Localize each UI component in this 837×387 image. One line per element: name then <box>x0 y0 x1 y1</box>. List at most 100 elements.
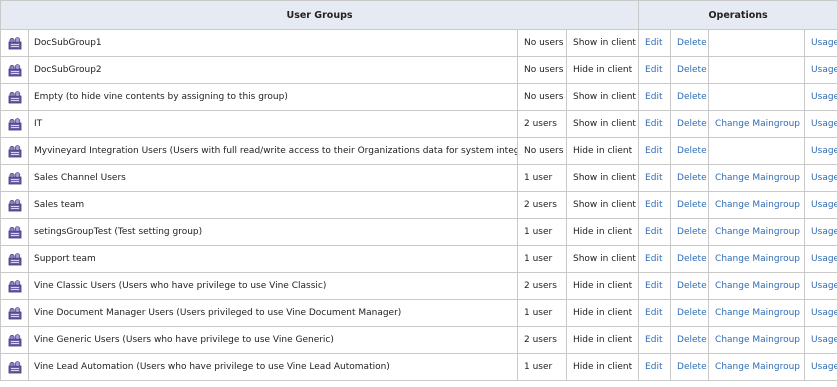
table-row: Support team 1 user Show in client Edit Dele… <box>0 245 837 273</box>
group-icon-cell <box>0 29 29 57</box>
group-name: Myvineyard Integration Users (Users with… <box>28 137 518 165</box>
user-group-icon <box>8 144 22 157</box>
group-icon-cell <box>0 83 29 111</box>
usage-link[interactable]: Usage <box>811 173 837 183</box>
user-group-icon <box>8 117 22 130</box>
edit-cell: Edit <box>638 299 672 327</box>
change-maingroup-cell: Change Maingroup <box>708 245 806 273</box>
usage-cell: Usage <box>804 137 837 165</box>
change-maingroup-link[interactable]: Change Maingroup <box>715 173 800 183</box>
group-name: Vine Generic Users (Users who have privi… <box>28 326 518 354</box>
delete-link[interactable]: Delete <box>677 119 707 129</box>
usage-link[interactable]: Usage <box>811 227 837 237</box>
change-maingroup-cell: Change Maingroup <box>708 164 806 192</box>
delete-link[interactable]: Delete <box>677 200 707 210</box>
user-count: No users <box>517 83 567 111</box>
usage-link[interactable]: Usage <box>811 38 837 48</box>
edit-link[interactable]: Edit <box>645 227 662 237</box>
edit-link[interactable]: Edit <box>645 254 662 264</box>
change-maingroup-link[interactable]: Change Maingroup <box>715 281 800 291</box>
table-row: Vine Document Manager Users (Users privi… <box>0 299 837 327</box>
change-maingroup-link[interactable]: Change Maingroup <box>715 200 800 210</box>
delete-link[interactable]: Delete <box>677 227 707 237</box>
group-name: IT <box>28 110 518 138</box>
table-row: Vine Generic Users (Users who have privi… <box>0 326 837 354</box>
edit-link[interactable]: Edit <box>645 335 662 345</box>
edit-link[interactable]: Edit <box>645 119 662 129</box>
client-visibility: Show in client <box>565 83 640 111</box>
usage-link[interactable]: Usage <box>811 362 837 372</box>
edit-link[interactable]: Edit <box>645 65 662 75</box>
delete-link[interactable]: Delete <box>677 308 707 318</box>
edit-cell: Edit <box>638 191 672 219</box>
delete-cell: Delete <box>670 326 710 354</box>
change-maingroup-cell: Change Maingroup <box>708 110 806 138</box>
group-icon-cell <box>0 137 29 165</box>
group-icon-cell <box>0 299 29 327</box>
edit-link[interactable]: Edit <box>645 173 662 183</box>
edit-link[interactable]: Edit <box>645 308 662 318</box>
user-groups-table: User Groups Operations DocSubGroup1 No us… <box>0 0 837 381</box>
change-maingroup-link[interactable]: Change Maingroup <box>715 119 800 129</box>
usage-cell: Usage <box>804 245 837 273</box>
usage-link[interactable]: Usage <box>811 308 837 318</box>
user-count: No users <box>517 29 567 57</box>
usage-cell: Usage <box>804 218 837 246</box>
usage-cell: Usage <box>804 326 837 354</box>
table-row: Myvineyard Integration Users (Users with… <box>0 137 837 165</box>
change-maingroup-link[interactable]: Change Maingroup <box>715 362 800 372</box>
group-name: Sales team <box>28 191 518 219</box>
delete-link[interactable]: Delete <box>677 146 707 156</box>
delete-link[interactable]: Delete <box>677 254 707 264</box>
delete-cell: Delete <box>670 56 710 84</box>
change-maingroup-link[interactable]: Change Maingroup <box>715 335 800 345</box>
edit-link[interactable]: Edit <box>645 146 662 156</box>
edit-cell: Edit <box>638 218 672 246</box>
group-icon-cell <box>0 164 29 192</box>
change-maingroup-link[interactable]: Change Maingroup <box>715 308 800 318</box>
edit-link[interactable]: Edit <box>645 92 662 102</box>
group-name: setingsGroupTest (Test setting group) <box>28 218 518 246</box>
edit-link[interactable]: Edit <box>645 200 662 210</box>
usage-link[interactable]: Usage <box>811 92 837 102</box>
edit-cell: Edit <box>638 137 672 165</box>
table-row: setingsGroupTest (Test setting group) 1 u… <box>0 218 837 246</box>
delete-cell: Delete <box>670 164 710 192</box>
usage-link[interactable]: Usage <box>811 65 837 75</box>
client-visibility: Hide in client <box>565 272 640 300</box>
change-maingroup-cell: Change Maingroup <box>708 353 806 381</box>
delete-link[interactable]: Delete <box>677 335 707 345</box>
user-group-icon <box>8 90 22 103</box>
group-icon-cell <box>0 56 29 84</box>
change-maingroup-cell: Change Maingroup <box>708 191 806 219</box>
usage-link[interactable]: Usage <box>811 200 837 210</box>
usage-link[interactable]: Usage <box>811 281 837 291</box>
usage-link[interactable]: Usage <box>811 335 837 345</box>
usage-link[interactable]: Usage <box>811 146 837 156</box>
edit-link[interactable]: Edit <box>645 38 662 48</box>
edit-link[interactable]: Edit <box>645 362 662 372</box>
usage-cell: Usage <box>804 56 837 84</box>
table-row: Sales team 2 users Show in client Edit Delet… <box>0 191 837 219</box>
delete-link[interactable]: Delete <box>677 65 707 75</box>
usage-link[interactable]: Usage <box>811 254 837 264</box>
delete-cell: Delete <box>670 29 710 57</box>
change-maingroup-link[interactable]: Change Maingroup <box>715 254 800 264</box>
client-visibility: Hide in client <box>565 299 640 327</box>
change-maingroup-link[interactable]: Change Maingroup <box>715 227 800 237</box>
edit-link[interactable]: Edit <box>645 281 662 291</box>
usage-cell: Usage <box>804 164 837 192</box>
edit-cell: Edit <box>638 56 672 84</box>
table-header-row: User Groups Operations <box>0 0 837 30</box>
client-visibility: Show in client <box>565 29 640 57</box>
user-group-icon <box>8 306 22 319</box>
table-row: Vine Classic Users (Users who have privi… <box>0 272 837 300</box>
group-icon-cell <box>0 353 29 381</box>
usage-link[interactable]: Usage <box>811 119 837 129</box>
delete-link[interactable]: Delete <box>677 173 707 183</box>
delete-link[interactable]: Delete <box>677 281 707 291</box>
delete-link[interactable]: Delete <box>677 92 707 102</box>
group-icon-cell <box>0 218 29 246</box>
delete-link[interactable]: Delete <box>677 38 707 48</box>
delete-link[interactable]: Delete <box>677 362 707 372</box>
